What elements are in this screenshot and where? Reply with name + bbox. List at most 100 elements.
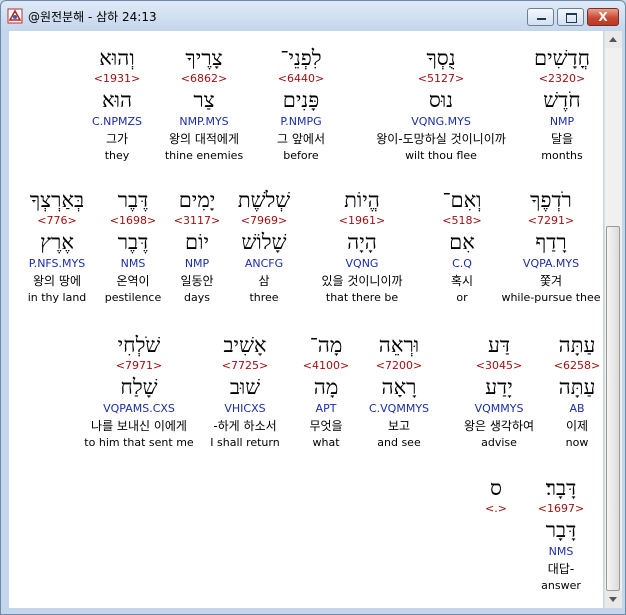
close-button[interactable]: X <box>587 8 619 26</box>
word-column[interactable]: הֱיוֹת <1961> הָיָה VQNG 있을 것이니이까 that there … <box>321 187 402 305</box>
hebrew-word: יָמִים <box>178 188 216 212</box>
morphology-code: ANCFG <box>244 257 284 270</box>
morphology-code: P.NMPG <box>280 115 322 128</box>
minimize-button[interactable] <box>527 8 554 26</box>
scroll-up-button[interactable] <box>605 31 622 48</box>
close-icon: X <box>598 10 608 24</box>
english-gloss: thine enemies <box>164 149 244 162</box>
morphology-code: VQNG <box>345 257 379 270</box>
korean-gloss <box>485 560 507 578</box>
strong-number: <1698> <box>109 214 157 227</box>
strong-number: <3117> <box>173 214 221 227</box>
lexical-form: רָאָה <box>381 375 417 399</box>
lexical-form: אִם <box>449 230 475 254</box>
lexical-form: חֹדֶשׁ <box>543 88 581 112</box>
lexical-form: צַר <box>193 88 215 112</box>
korean-gloss: 보고 <box>387 419 411 433</box>
scroll-thumb[interactable] <box>606 226 620 591</box>
word-column[interactable]: נֻסְךָ <5127> נוּס VQNG.MYS 왕이-도망하실 것이니이까 wil… <box>376 45 506 163</box>
korean-gloss: 혹시 <box>450 274 474 288</box>
word-column[interactable]: וּרְאֵה <7200> רָאָה C.VQMMYS 보고 and see <box>369 332 429 450</box>
word-column[interactable]: אָשִׁיב <7725> שׁוּב VHICXS -하게 하소서 I shall r… <box>210 332 279 450</box>
korean-gloss: 그 앞에서 <box>277 132 325 146</box>
lexical-form: דָּבָר <box>545 518 577 542</box>
word-column[interactable]: דָּבָר׃ <1697> דָּבָר NMS 대답-answer <box>538 475 584 593</box>
app-window: @원전분해 - 삼하 24:13 X חֳדָשִׁים <2320> חֹדֶשׁ… <box>0 0 626 615</box>
word-column[interactable]: וְאִם־ <518> אִם C.Q 혹시 or <box>442 187 481 305</box>
korean-gloss: 왕의 대적에게 <box>168 132 240 146</box>
interlinear-view[interactable]: חֳדָשִׁים <2320> חֹדֶשׁ NMP 달을 months נֻסְךָ <5… <box>9 31 603 608</box>
morphology-code: VQMMYS <box>474 402 524 415</box>
morphology-code: VHICXS <box>224 402 266 415</box>
hebrew-word: ס <box>490 476 502 500</box>
word-column[interactable]: יָמִים <3117> יוֹם NMP 일동안 days <box>174 187 220 305</box>
vertical-scrollbar[interactable] <box>604 31 622 608</box>
english-gloss: I shall return <box>210 436 280 449</box>
hebrew-word: לִפְנֵי־ <box>280 46 322 70</box>
hebrew-word: וְהוּא <box>99 46 135 70</box>
word-column[interactable]: דֶּבֶר <1698> דֶּבֶר NMS 온역이 pestilence <box>105 187 161 305</box>
hebrew-word: שֹׁלְחִי <box>117 333 161 357</box>
english-gloss: and see <box>377 436 421 449</box>
strong-number: <6440> <box>277 72 325 85</box>
morphology-code: P.NFS.MYS <box>28 257 86 270</box>
strong-number: <7200> <box>375 359 423 372</box>
english-gloss: that there be <box>325 291 399 304</box>
korean-gloss: -하게 하소서 <box>213 419 277 433</box>
strong-number: <6258> <box>553 359 601 372</box>
english-gloss: or <box>456 291 468 304</box>
korean-gloss: 왕은 생각하여 <box>463 419 535 433</box>
korean-gloss: 그가 <box>105 132 129 146</box>
hebrew-word: שְׁלֹשֶׁת <box>237 188 291 212</box>
word-column[interactable]: בְּאַרְצְךָ <776> אֶרֶץ P.NFS.MYS 왕의 땅에 in th… <box>28 187 87 305</box>
english-gloss: wilt thou flee <box>405 149 477 162</box>
hebrew-word: נֻסְךָ <box>426 46 456 70</box>
lexical-form: הָיָה <box>347 230 377 254</box>
korean-gloss: 온역이 <box>116 274 150 288</box>
word-column[interactable]: שֹׁלְחִי <7971> שָׁלַח VQPAMS.CXS 나를 보내신 이에게… <box>84 332 193 450</box>
scroll-down-button[interactable] <box>605 591 622 608</box>
korean-gloss: 쫓겨 <box>539 274 563 288</box>
strong-number: <7725> <box>221 359 269 372</box>
word-column[interactable]: מָה־ <4100> מָה APT 무엇을 what <box>303 332 349 450</box>
word-column[interactable]: ס <.> <box>485 475 507 593</box>
morphology-code: NMP.MYS <box>179 115 229 128</box>
word-column[interactable]: עַתָּה <6258> עַתָּה AB 이제 now <box>554 332 600 450</box>
morphology-code: VQPAMS.CXS <box>103 402 175 415</box>
morphology-code: NMS <box>548 545 574 558</box>
app-logo-icon <box>7 8 23 24</box>
lexical-form: רָדַף <box>535 230 567 254</box>
english-gloss: days <box>184 291 210 304</box>
hebrew-word: מָה־ <box>309 333 343 357</box>
strong-number: <7291> <box>527 214 575 227</box>
word-column[interactable]: שְׁלֹשֶׁת <7969> שָׁלוֹשׁ ANCFG 삼 three <box>238 187 290 305</box>
word-column[interactable]: צָרֶיךָ <6862> צַר NMP.MYS 왕의 대적에게 thine enem… <box>165 45 243 163</box>
lexical-form: יוֹם <box>185 230 209 254</box>
hebrew-word: וּרְאֵה <box>378 333 420 357</box>
strong-number: <7969> <box>240 214 288 227</box>
english-gloss: answer <box>541 579 581 592</box>
word-column[interactable]: חֳדָשִׁים <2320> חֹדֶשׁ NMP 달을 months <box>534 45 590 163</box>
lexical-form: דֶּבֶר <box>117 230 149 254</box>
hebrew-word: הֱיוֹת <box>344 188 380 212</box>
lexical-form: שׁוּב <box>229 375 261 399</box>
lexical-form: מָה <box>313 375 339 399</box>
title-bar[interactable]: @원전분해 - 삼하 24:13 X <box>1 1 625 31</box>
lexical-form: שָׁלוֹשׁ <box>241 230 287 254</box>
morphology-code: C.Q <box>452 257 472 270</box>
english-gloss: they <box>104 149 130 162</box>
word-column[interactable]: רֹדְפֶךָ <7291> רָדַף VQPA.MYS 쫓겨 while-pursu… <box>501 187 600 305</box>
hebrew-word: בְּאַרְצְךָ <box>29 188 85 212</box>
english-gloss <box>485 578 507 593</box>
maximize-button[interactable] <box>557 8 584 26</box>
strong-number: <7971> <box>115 359 163 372</box>
english-gloss: before <box>283 149 319 162</box>
hebrew-word: אָשִׁיב <box>223 333 267 357</box>
english-gloss: pestilence <box>104 291 162 304</box>
word-column[interactable]: וְהוּא <1931> הוּא C.NPMZS 그가 they <box>92 45 142 163</box>
word-column[interactable]: לִפְנֵי־ <6440> פָּנִים P.NMPG 그 앞에서 before <box>277 45 325 163</box>
word-column[interactable]: דַּע <3045> יָדַע VQMMYS 왕은 생각하여 advise <box>464 332 534 450</box>
english-gloss: months <box>541 149 583 162</box>
english-gloss: what <box>312 436 340 449</box>
english-gloss: now <box>565 436 589 449</box>
